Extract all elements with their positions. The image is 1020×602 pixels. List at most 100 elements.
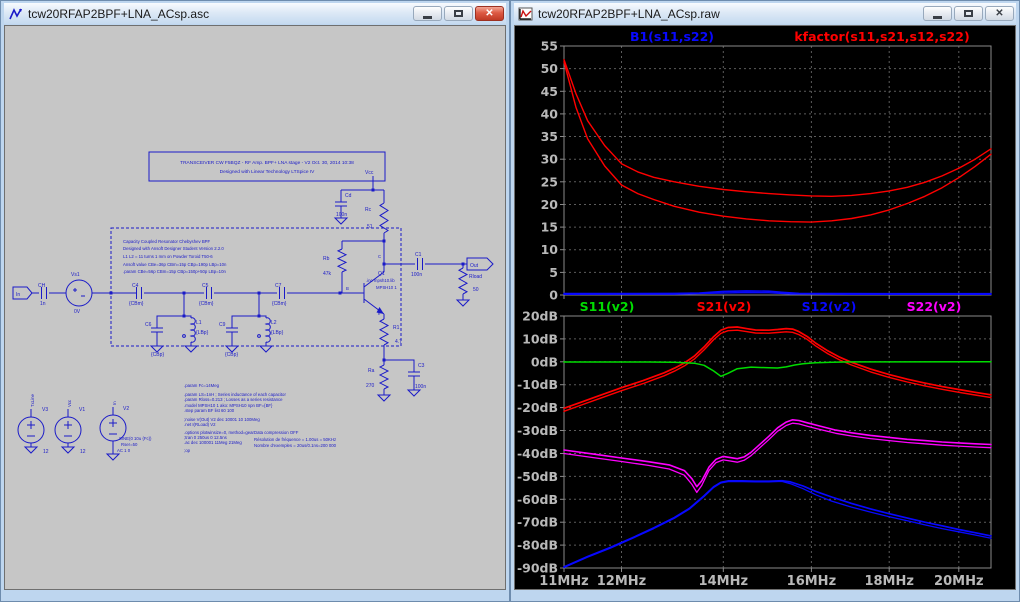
port-out-label: Out [470,263,479,269]
schematic-canvas[interactable]: TRANSCEIVER CW F5BQZ - RF Amp. BPF+ LNA … [4,25,506,590]
capacitor-c1[interactable]: C1 100n [411,252,423,278]
legend-b1[interactable]: B1(s11,s22) [630,29,714,44]
y-tick-label: -20dB [517,400,558,415]
x-tick-label: 16MHz [787,574,836,589]
y-tick-label: -40dB [517,446,558,461]
pane-kfactor: 5550454035302520151050 [541,39,992,303]
inductor-l1[interactable]: L1 {LBp} [182,317,209,353]
ra-value: 270 [366,383,375,389]
schematic-titlebar[interactable]: tcw20RFAP2BPF+LNA_ACsp.asc ✕ [4,3,506,24]
vs1-name: Vs1 [71,272,80,278]
maximize-button[interactable] [444,6,473,21]
trace-S21-bf-low [563,329,992,412]
capacitor-ch[interactable]: CH 1n [38,283,47,307]
maximize-button[interactable] [954,6,983,21]
maximize-icon [454,10,463,17]
l2-value: {LBp} [271,330,284,336]
schematic-window: tcw20RFAP2BPF+LNA_ACsp.asc ✕ TRANSCEIVER… [0,0,510,602]
source-vs1[interactable]: Vs1 0V [65,272,93,315]
transistor-q1[interactable]: Q1 .inc mpsh10.lib MPSH10 1 [363,271,397,315]
y-tick-label: 10 [541,242,559,257]
bpf-note-2: L1 L2 = 11 turns 1 mm on Powder Toroid T… [123,254,213,259]
v3-name: V3 [42,407,48,413]
c4-name: C4 [132,283,139,289]
y-tick-label: -10dB [517,377,558,392]
y-tick-label: 0 [549,288,558,303]
trace-S22-bf-high [563,418,992,488]
v1-value: 12 [80,449,86,455]
y-tick-label: 20 [541,197,559,212]
trace-kfactor-bf-low [563,61,992,223]
maximize-icon [964,10,973,17]
plot-border [563,315,992,569]
plot-border [563,45,992,296]
rload-name: Rload [469,274,482,280]
inductor-l2[interactable]: L2 {LBp} [257,317,284,353]
minimize-icon [933,15,942,19]
y-tick-label: 5 [549,265,558,280]
capacitor-cd[interactable]: Cd 100n [333,193,352,225]
v1-name: V1 [79,407,85,413]
capacitor-c3[interactable]: C3 100n [406,363,426,397]
c4-value: {CBm} [129,301,144,307]
plot-svg: 5550454035302520151050 20dB10dB0dB-10dB-… [517,29,992,589]
resistor-rb[interactable]: Rb 47k [323,248,348,277]
waveform-icon [517,6,533,21]
close-icon: ✕ [995,7,1004,19]
ra-name: Ra [368,368,375,374]
x-tick-label: 11MHz [539,574,588,589]
v2-sine: SINE(0 10u {Fc}) [119,436,152,441]
minimize-button[interactable] [413,6,442,21]
capacitor-c6[interactable]: C6 {CBp} [145,322,164,358]
vcc-flag[interactable]: Vcc [365,170,374,176]
source-v1[interactable]: V1 12 Vcc [54,399,86,455]
close-button[interactable]: ✕ [475,6,504,21]
x-tick-label: 18MHz [864,574,913,589]
spice-directives[interactable]: .param Fc=14Meg .param LS=1nH ; Series i… [184,383,337,453]
capacitor-c4[interactable]: C4 {CBm} [129,283,144,307]
q1-model: MPSH10 1 [376,285,397,290]
window-title: tcw20RFAP2BPF+LNA_ACsp.asc [28,6,210,21]
minimize-button[interactable] [923,6,952,21]
legend-s12[interactable]: S12(v2) [802,299,857,314]
x-tick-label: 20MHz [934,574,983,589]
resistor-r1[interactable]: R1 4.7 [378,318,402,346]
directive-2: .param Rloss=0.213 ; Losses as a series … [184,397,283,402]
v3-value: 12 [43,449,49,455]
port-out[interactable]: Out [466,257,494,271]
net-label-b: B [346,286,349,291]
waveform-titlebar[interactable]: tcw20RFAP2BPF+LNA_ACsp.raw ✕ [514,3,1016,24]
bpf-note-0: Capacity Coupled Resonator Chebyshev BPF [123,239,211,244]
c9-name: C9 [219,322,226,328]
cd-name: Cd [345,193,352,199]
v2-rser: Rser=50 [121,442,138,447]
directive-6: .net I(RLoad) V2 [184,422,216,427]
y-tick-label: 35 [541,129,558,144]
legend-s11[interactable]: S11(v2) [580,299,635,314]
title-block[interactable]: TRANSCEIVER CW F5BQZ - RF Amp. BPF+ LNA … [148,151,386,182]
rb-value: 47k [323,271,332,277]
resistor-ra[interactable]: Ra 270 [366,364,392,402]
side-note-2: Nombre d'exemples = 20us/0.1ns=200 000 [254,443,337,448]
close-button[interactable]: ✕ [985,6,1014,21]
source-v2[interactable]: V2 In SINE(0 10u {Fc}) Rser=50 AC 1 0 [99,401,152,461]
y-tick-label: 15 [541,220,558,235]
c5-name: C5 [202,283,209,289]
legend-s22[interactable]: S22(v2) [907,299,962,314]
ch-value: 1n [40,301,46,307]
source-v3[interactable]: V3 12 TxLine [17,393,49,455]
c9-value: {CBp} [225,352,238,358]
port-in[interactable]: In [12,286,33,300]
resistor-rload[interactable]: Rload 50 [455,267,482,307]
waveform-canvas[interactable]: 55 50 45 40 35 30 25 20 15 10 5 0 20dB 10dB 0dB -10dB -… [514,25,1016,590]
close-icon: ✕ [485,7,494,19]
r1-name: R1 [393,325,400,331]
capacitor-c7[interactable]: C7 {CBm} [272,283,287,307]
capacitor-c5[interactable]: C5 {CBm} [199,283,214,307]
y-tick-label: -50dB [517,469,558,484]
legend-kfactor[interactable]: kfactor(s11,s21,s12,s22) [794,29,969,44]
legend-s21[interactable]: S21(v2) [697,299,752,314]
y-tick-label: 0dB [531,354,558,369]
capacitor-c9[interactable]: C9 {CBp} [219,322,240,358]
c6-name: C6 [145,322,152,328]
